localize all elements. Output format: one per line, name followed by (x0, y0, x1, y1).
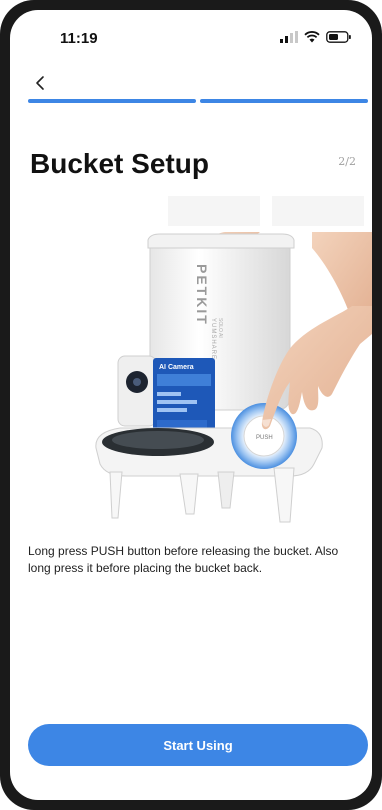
model-text: YUMSHARE (210, 318, 216, 360)
instructions-text: Long press PUSH button before releasing … (28, 544, 339, 575)
phone-frame: 11:19 Bucket Setup 2/2 PETKIT YUMSHARE S… (0, 0, 382, 810)
progress-segment-1 (28, 99, 196, 103)
wifi-icon (304, 31, 320, 43)
status-bar: 11:19 (10, 10, 372, 60)
chevron-left-icon (36, 76, 44, 90)
progress-segment-2 (200, 99, 368, 103)
start-using-button[interactable]: Start Using (28, 724, 368, 766)
background-panel-left (168, 196, 260, 226)
background-panel-right (272, 196, 364, 226)
brand-text: PETKIT (194, 264, 210, 326)
battery-icon (326, 31, 351, 43)
status-icons (280, 30, 352, 44)
card-info-2 (157, 400, 197, 404)
leg-front-left (109, 471, 123, 519)
bucket-setup-illustration: PETKIT YUMSHARE SOLO AI AI Camera PUSH (95, 196, 372, 523)
card-info-3 (157, 408, 187, 412)
camera-lens-inner (133, 378, 141, 386)
model-sub-text: SOLO AI (217, 318, 223, 338)
bucket-lid (147, 233, 295, 249)
push-button-label: PUSH (256, 435, 273, 441)
status-time: 11:19 (60, 30, 98, 47)
ai-camera-card-label: AI Camera (159, 364, 194, 371)
card-info-1 (157, 392, 181, 396)
signal-icon (280, 31, 298, 43)
back-button[interactable] (30, 72, 52, 94)
screen: 11:19 Bucket Setup 2/2 PETKIT YUMSHARE S… (10, 10, 372, 800)
step-progress (28, 99, 368, 103)
ai-camera-card-strip (157, 374, 211, 386)
leg-back-right (273, 467, 295, 523)
page-title: Bucket Setup (30, 148, 209, 179)
leg-front-middle (179, 473, 199, 515)
food-bowl-inner (112, 431, 204, 449)
step-indicator: 2/2 (338, 155, 356, 168)
leg-back-middle (217, 471, 235, 509)
